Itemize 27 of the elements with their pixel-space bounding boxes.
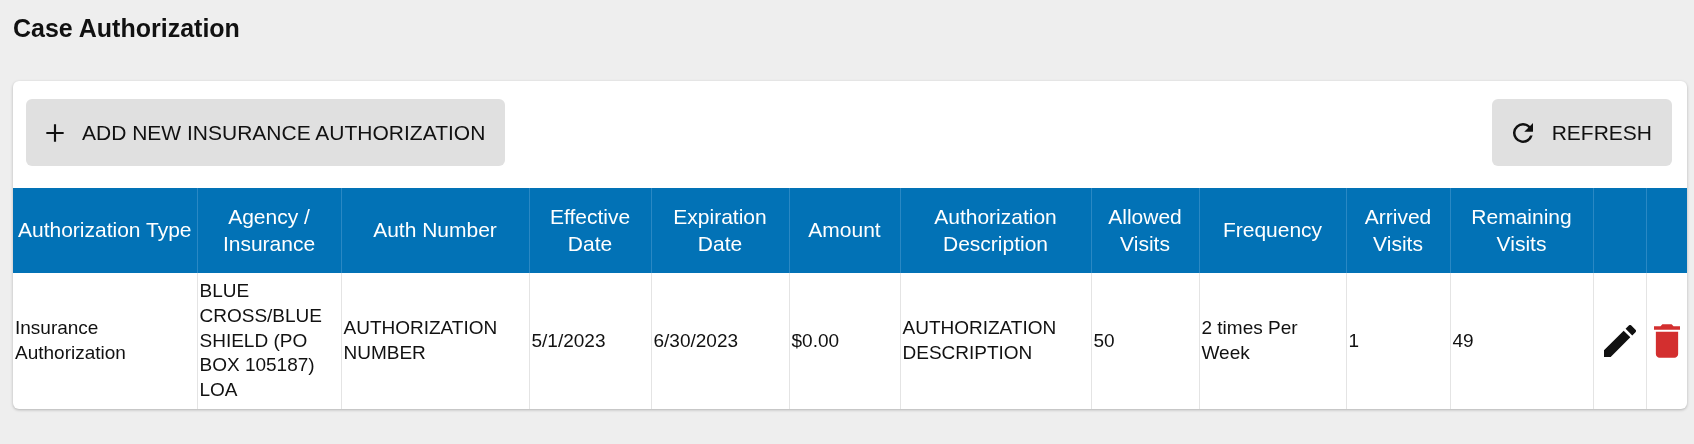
column-header: Effective Date	[529, 188, 651, 273]
column-header: Expiration Date	[651, 188, 789, 273]
page-title: Case Authorization	[13, 13, 241, 44]
table-cell: AUTHORIZATION DESCRIPTION	[902, 317, 1057, 363]
table-cell: 6/30/2023	[653, 329, 739, 351]
table-cell: 50	[1093, 329, 1115, 351]
table-cell: BLUE CROSS/BLUE SHIELD (PO BOX 105187) LOA	[199, 280, 322, 401]
table-cell: 49	[1452, 329, 1474, 351]
table-cell: 5/1/2023	[531, 329, 606, 351]
refresh-button[interactable]: REFRESH	[1491, 99, 1672, 166]
column-header: Auth Number	[341, 188, 529, 273]
column-header: Allowed Visits	[1091, 188, 1199, 273]
edit-icon[interactable]	[1603, 325, 1636, 357]
column-header: Remaining Visits	[1450, 188, 1593, 273]
column-header: Frequency	[1199, 188, 1346, 273]
table-cell: Insurance Authorization	[15, 317, 126, 363]
column-header: Authorization Description	[900, 188, 1091, 273]
delete-icon[interactable]	[1653, 324, 1680, 358]
table-cell: 2 times Per Week	[1201, 317, 1298, 363]
column-header: Amount	[789, 188, 900, 273]
table-cell: AUTHORIZATION NUMBER	[343, 317, 498, 363]
column-header: Agency / Insurance	[197, 188, 341, 273]
column-header: Authorization Type	[13, 188, 197, 273]
column-header: Arrived Visits	[1346, 188, 1450, 273]
table-cell: $0.00	[791, 329, 840, 351]
add-button[interactable]: ADD NEW INSURANCE AUTHORIZATION	[26, 99, 506, 166]
table-cell: 1	[1348, 329, 1360, 351]
